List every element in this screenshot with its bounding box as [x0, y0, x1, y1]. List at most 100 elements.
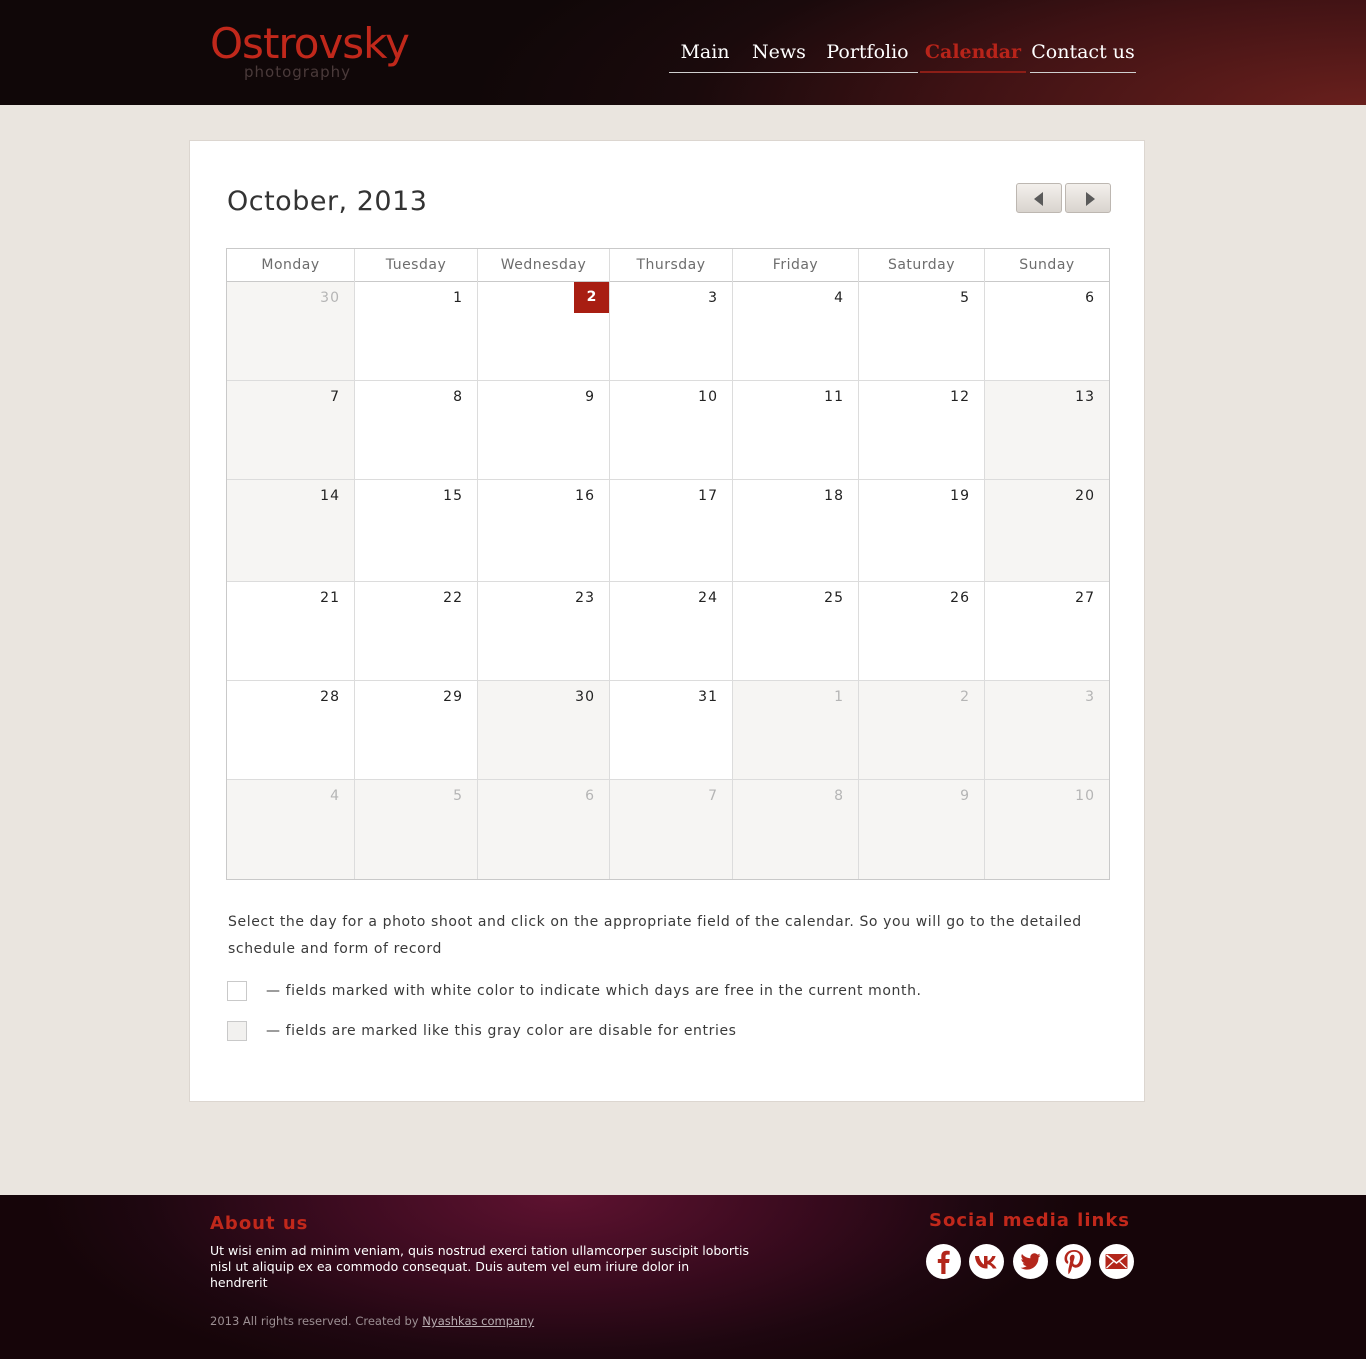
calendar-day[interactable]: 7: [227, 380, 354, 479]
day-number: 9: [585, 389, 595, 405]
site-header: Ostrovsky photography Main News Portfoli…: [0, 0, 1366, 105]
calendar-day[interactable]: 15: [354, 479, 477, 581]
calendar-day[interactable]: 4: [732, 282, 858, 380]
calendar-day[interactable]: 1: [354, 282, 477, 380]
weekday-wednesday: Wednesday: [477, 249, 609, 282]
legend-swatch-white: [227, 981, 247, 1001]
calendar-day[interactable]: 29: [354, 680, 477, 779]
day-number: 1: [834, 689, 844, 705]
calendar-instructions: Select the day for a photo shoot and cli…: [228, 914, 1082, 957]
pinterest-icon: [1064, 1250, 1084, 1275]
day-number: 30: [320, 290, 340, 306]
day-number: 7: [708, 788, 718, 804]
about-title: About us: [210, 1213, 309, 1234]
day-number: 6: [1085, 290, 1095, 306]
calendar-day[interactable]: 16: [477, 479, 609, 581]
nav-item-main[interactable]: Main: [669, 38, 741, 73]
calendar-day[interactable]: 14: [227, 479, 354, 581]
copyright-text: 2013 All rights reserved. Created by: [210, 1314, 423, 1328]
prev-month-button[interactable]: [1016, 183, 1062, 213]
calendar-day[interactable]: 26: [858, 581, 984, 680]
calendar-day[interactable]: 2: [858, 680, 984, 779]
day-number: 8: [834, 788, 844, 804]
calendar-day[interactable]: 20: [984, 479, 1109, 581]
legend-free-text: — fields marked with white color to indi…: [266, 983, 922, 999]
social-title: Social media links: [929, 1210, 1131, 1231]
day-number: 24: [698, 590, 718, 606]
company-link[interactable]: Nyashkas company: [422, 1314, 534, 1328]
calendar-day[interactable]: 19: [858, 479, 984, 581]
logo[interactable]: Ostrovsky photography: [210, 20, 410, 82]
day-number: 13: [1075, 389, 1095, 405]
chevron-left-icon: [1034, 192, 1043, 206]
calendar-day[interactable]: 8: [732, 779, 858, 879]
calendar-day[interactable]: 6: [477, 779, 609, 879]
calendar-day[interactable]: 23: [477, 581, 609, 680]
vk-link[interactable]: [969, 1244, 1004, 1279]
calendar-day[interactable]: 9: [858, 779, 984, 879]
day-number: 23: [575, 590, 595, 606]
chevron-right-icon: [1086, 192, 1095, 206]
calendar-card: October, 2013 Monday Tuesday Wednesday Thur…: [189, 140, 1145, 1102]
calendar-day[interactable]: 4: [227, 779, 354, 879]
calendar-day[interactable]: 7: [609, 779, 732, 879]
day-number: 29: [443, 689, 463, 705]
weekday-thursday: Thursday: [609, 249, 732, 282]
calendar-day[interactable]: 30: [477, 680, 609, 779]
calendar-day[interactable]: 31: [609, 680, 732, 779]
calendar-day[interactable]: 21: [227, 581, 354, 680]
calendar-day[interactable]: 24: [609, 581, 732, 680]
logo-subtitle: photography: [244, 63, 352, 81]
next-month-button[interactable]: [1065, 183, 1111, 213]
calendar-day[interactable]: 17: [609, 479, 732, 581]
day-number: 30: [575, 689, 595, 705]
day-number: 16: [575, 488, 595, 504]
day-number: 12: [950, 389, 970, 405]
main-nav: Main News Portfolio Calendar Contact us: [669, 38, 1136, 74]
calendar-day[interactable]: 10: [609, 380, 732, 479]
calendar-day[interactable]: 6: [984, 282, 1109, 380]
day-number: 18: [824, 488, 844, 504]
vk-icon: [975, 1256, 997, 1269]
day-number: 5: [453, 788, 463, 804]
nav-item-contact-us[interactable]: Contact us: [1030, 38, 1136, 73]
calendar-day-today[interactable]: 2: [477, 282, 609, 380]
calendar-day[interactable]: 3: [984, 680, 1109, 779]
calendar-day[interactable]: 11: [732, 380, 858, 479]
nav-item-portfolio[interactable]: Portfolio: [817, 38, 918, 73]
calendar-day[interactable]: 5: [354, 779, 477, 879]
calendar-day[interactable]: 1: [732, 680, 858, 779]
calendar-day[interactable]: 28: [227, 680, 354, 779]
weekday-friday: Friday: [732, 249, 858, 282]
legend-disabled: — fields are marked like this gray color…: [227, 1021, 737, 1041]
nav-item-news[interactable]: News: [741, 38, 817, 73]
calendar-day[interactable]: 22: [354, 581, 477, 680]
day-number: 5: [960, 290, 970, 306]
nav-item-calendar[interactable]: Calendar: [920, 38, 1026, 73]
calendar-day[interactable]: 18: [732, 479, 858, 581]
calendar-day[interactable]: 30: [227, 282, 354, 380]
day-number: 27: [1075, 590, 1095, 606]
day-number: 19: [950, 488, 970, 504]
calendar-day[interactable]: 25: [732, 581, 858, 680]
calendar-day[interactable]: 27: [984, 581, 1109, 680]
calendar-day[interactable]: 10: [984, 779, 1109, 879]
day-number: 7: [330, 389, 340, 405]
facebook-link[interactable]: [926, 1244, 961, 1279]
pinterest-link[interactable]: [1056, 1244, 1091, 1279]
twitter-link[interactable]: [1013, 1244, 1048, 1279]
calendar-day[interactable]: 12: [858, 380, 984, 479]
email-link[interactable]: [1099, 1244, 1134, 1279]
calendar-day[interactable]: 13: [984, 380, 1109, 479]
calendar-grid: Monday Tuesday Wednesday Thursday Friday Satu…: [226, 248, 1110, 880]
calendar-day[interactable]: 5: [858, 282, 984, 380]
day-number: 17: [698, 488, 718, 504]
day-number: 14: [320, 488, 340, 504]
calendar-day[interactable]: 9: [477, 380, 609, 479]
calendar-day[interactable]: 3: [609, 282, 732, 380]
legend-free: — fields marked with white color to indi…: [227, 981, 922, 1001]
weekday-tuesday: Tuesday: [354, 249, 477, 282]
day-number: 10: [698, 389, 718, 405]
day-number: 2: [574, 282, 609, 313]
calendar-day[interactable]: 8: [354, 380, 477, 479]
